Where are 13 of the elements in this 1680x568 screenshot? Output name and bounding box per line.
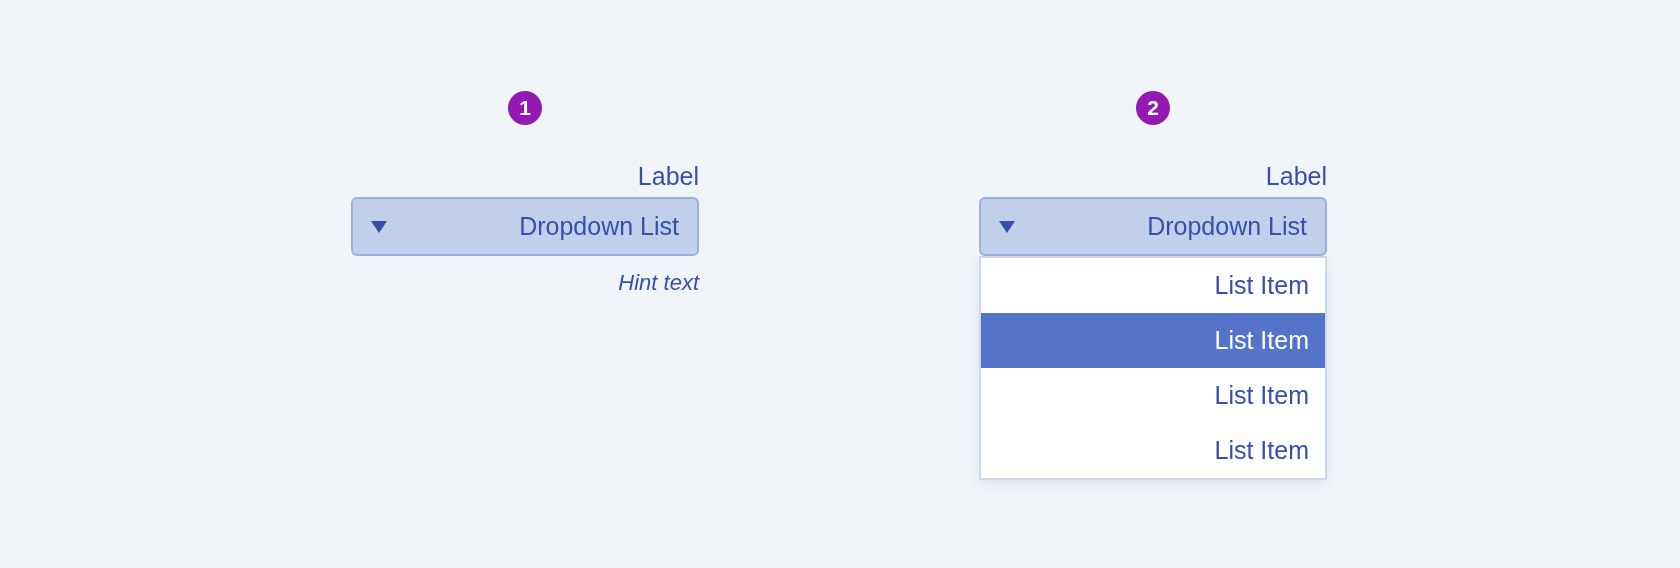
list-item[interactable]: List Item [981,423,1325,478]
dropdown-field[interactable]: Dropdown List [979,197,1327,256]
dropdown-field[interactable]: Dropdown List [351,197,699,256]
caret-icon [999,220,1015,233]
caret-icon [371,220,387,233]
list-item[interactable]: List Item [981,313,1325,368]
hint-text: Hint text [618,270,699,296]
list-item[interactable]: List Item [981,368,1325,423]
field-label: Label [1265,161,1327,191]
step-number-badge: 1 [508,91,542,125]
step-number-badge: 2 [1136,91,1170,125]
list-item[interactable]: List Item [981,258,1325,313]
field-label: Label [637,161,699,191]
